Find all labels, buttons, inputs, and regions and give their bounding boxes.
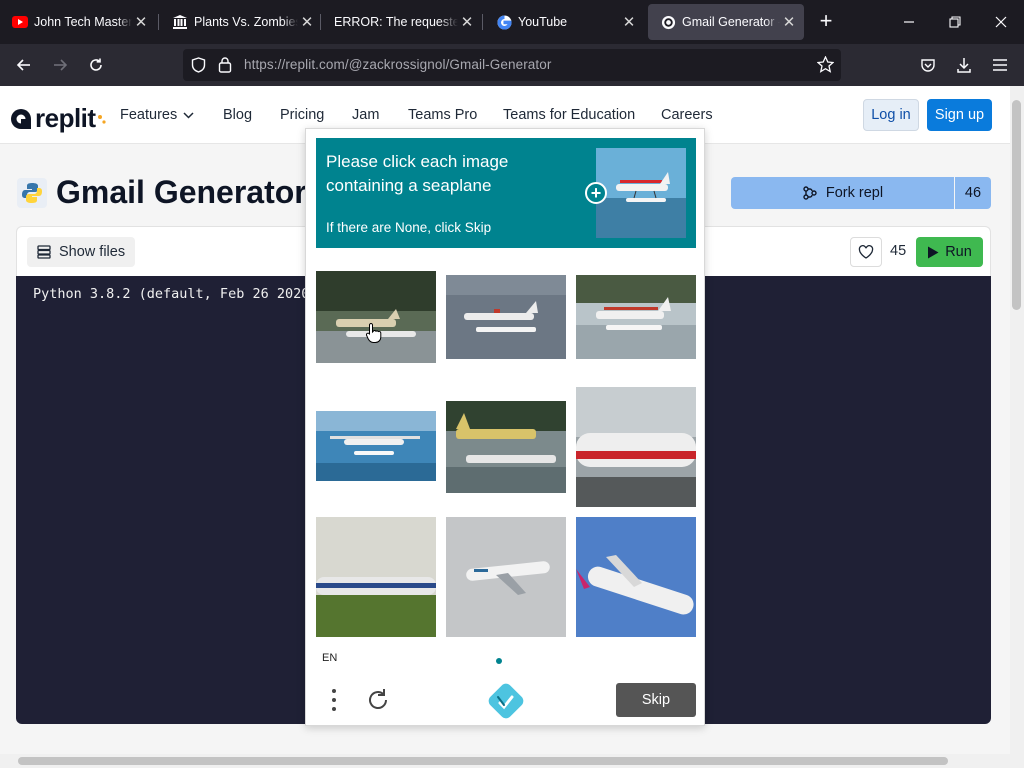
captcha-tile-7[interactable] — [316, 517, 436, 637]
captcha-example-plus-icon[interactable]: + — [585, 182, 607, 204]
tab-gmail-generator[interactable]: Gmail Generator - R ✕ — [648, 4, 804, 40]
captcha-menu-icon[interactable] — [328, 686, 340, 714]
new-tab-plus-icon[interactable]: + — [814, 10, 838, 34]
login-button[interactable]: Log in — [863, 99, 919, 131]
like-button[interactable] — [850, 237, 882, 267]
replit-logo[interactable]: replit — [10, 103, 107, 134]
captcha-skip-button[interactable]: Skip — [616, 683, 696, 717]
captcha-tile-6[interactable] — [576, 387, 696, 507]
tab-youtube[interactable]: YouTube ✕ — [484, 4, 644, 40]
captcha-tile-3[interactable] — [576, 275, 696, 359]
repl-title: Gmail Generator — [56, 174, 307, 210]
hamburger-menu-icon[interactable] — [986, 51, 1014, 79]
fork-count: 46 — [955, 177, 991, 209]
show-files-label: Show files — [59, 244, 126, 260]
captcha-challenge: Please click each image containing a sea… — [305, 128, 705, 726]
forward-arrow-icon[interactable] — [46, 51, 74, 79]
url-domain: https://replit.com — [244, 57, 345, 72]
fork-repl-label: Fork repl — [825, 185, 884, 201]
museum-icon — [172, 14, 188, 30]
nav-teams-for-education[interactable]: Teams for Education — [503, 107, 635, 123]
close-tab-icon[interactable]: ✕ — [780, 13, 798, 31]
hcaptcha-logo-icon[interactable] — [488, 683, 524, 719]
tab-title: John Tech Master - — [34, 15, 132, 29]
signup-button[interactable]: Sign up — [927, 99, 992, 131]
tab-title: Gmail Generator - R — [682, 15, 780, 29]
tab-error[interactable]: ERROR: The requested U ✕ — [322, 4, 482, 40]
like-count: 45 — [890, 243, 907, 259]
captcha-subtext: If there are None, click Skip — [326, 220, 492, 235]
fork-repl-button[interactable]: Fork repl — [731, 177, 954, 209]
fork-icon — [803, 186, 817, 200]
run-label: Run — [945, 244, 972, 260]
console-line: Python 3.8.2 (default, Feb 26 2020 — [33, 286, 310, 302]
captcha-tile-8[interactable] — [446, 517, 566, 637]
nav-blog[interactable]: Blog — [223, 107, 252, 123]
shield-icon[interactable] — [191, 57, 206, 78]
captcha-tile-2[interactable] — [446, 275, 566, 359]
run-button[interactable]: Run — [916, 237, 983, 267]
captcha-prompt-banner: Please click each image containing a sea… — [316, 138, 696, 248]
captcha-tile-9[interactable] — [576, 517, 696, 637]
close-tab-icon[interactable]: ✕ — [458, 13, 476, 31]
captcha-tile-4[interactable] — [316, 411, 436, 481]
horizontal-scrollbar[interactable] — [0, 754, 1024, 768]
play-icon — [928, 246, 939, 258]
replit-icon — [660, 14, 676, 30]
files-stack-icon — [37, 245, 51, 259]
nav-teams-pro[interactable]: Teams Pro — [408, 107, 477, 123]
minimize-icon[interactable] — [886, 6, 932, 38]
logo-text: replit — [35, 103, 96, 133]
captcha-example-image — [596, 148, 686, 238]
tab-bar: John Tech Master - ✕ Plants Vs. Zombies … — [0, 0, 1024, 44]
google-icon — [496, 14, 512, 30]
close-tab-icon[interactable]: ✕ — [298, 13, 316, 31]
python-icon — [17, 178, 47, 208]
nav-features-label: Features — [120, 107, 178, 123]
close-window-icon[interactable] — [978, 6, 1024, 38]
tab-plants-vs-zombies[interactable]: Plants Vs. Zombies ✕ — [160, 4, 322, 40]
captcha-tile-5[interactable] — [446, 401, 566, 493]
tab-john-tech-master[interactable]: John Tech Master - ✕ — [0, 4, 156, 40]
tab-separator — [482, 14, 483, 30]
captcha-language[interactable]: EN — [322, 652, 337, 664]
nav-careers[interactable]: Careers — [661, 107, 713, 123]
close-tab-icon[interactable]: ✕ — [132, 13, 150, 31]
captcha-prompt: Please click each image containing a sea… — [326, 152, 509, 195]
show-files-button[interactable]: Show files — [27, 237, 136, 267]
captcha-page-indicator — [496, 658, 502, 664]
tab-separator — [320, 14, 321, 30]
captcha-tile-1[interactable] — [316, 271, 436, 363]
bookmark-star-icon[interactable] — [816, 55, 835, 78]
chevron-down-icon — [183, 111, 194, 119]
back-arrow-icon[interactable] — [10, 51, 38, 79]
navigation-toolbar: https://replit.com/@zackrossignol/Gmail-… — [0, 44, 1024, 86]
tab-title: Plants Vs. Zombies — [194, 15, 298, 29]
nav-features[interactable]: Features — [120, 107, 194, 123]
captcha-refresh-icon[interactable] — [364, 686, 392, 714]
pocket-icon[interactable] — [914, 51, 942, 79]
tab-separator — [158, 14, 159, 30]
nav-pricing[interactable]: Pricing — [280, 107, 324, 123]
hand-cursor-icon — [365, 322, 382, 344]
url-text[interactable]: https://replit.com/@zackrossignol/Gmail-… — [244, 57, 551, 72]
nav-jam[interactable]: Jam — [352, 107, 379, 123]
replit-logo-icon — [11, 108, 31, 129]
vertical-scrollbar[interactable] — [1010, 86, 1024, 754]
youtube-icon — [12, 14, 28, 30]
url-bar[interactable]: https://replit.com/@zackrossignol/Gmail-… — [183, 49, 841, 81]
lock-icon[interactable] — [218, 56, 232, 78]
reload-icon[interactable] — [82, 51, 110, 79]
scrollbar-thumb[interactable] — [1012, 100, 1021, 310]
heart-icon — [858, 245, 874, 259]
logo-sparkle-icon — [97, 114, 106, 124]
download-icon[interactable] — [950, 51, 978, 79]
tab-title: YouTube — [518, 15, 568, 29]
tab-title: ERROR: The requested U — [334, 15, 458, 29]
url-path: /@zackrossignol/Gmail-Generator — [344, 57, 552, 72]
restore-icon[interactable] — [932, 6, 978, 38]
scrollbar-thumb[interactable] — [18, 757, 948, 765]
close-tab-icon[interactable]: ✕ — [620, 13, 638, 31]
